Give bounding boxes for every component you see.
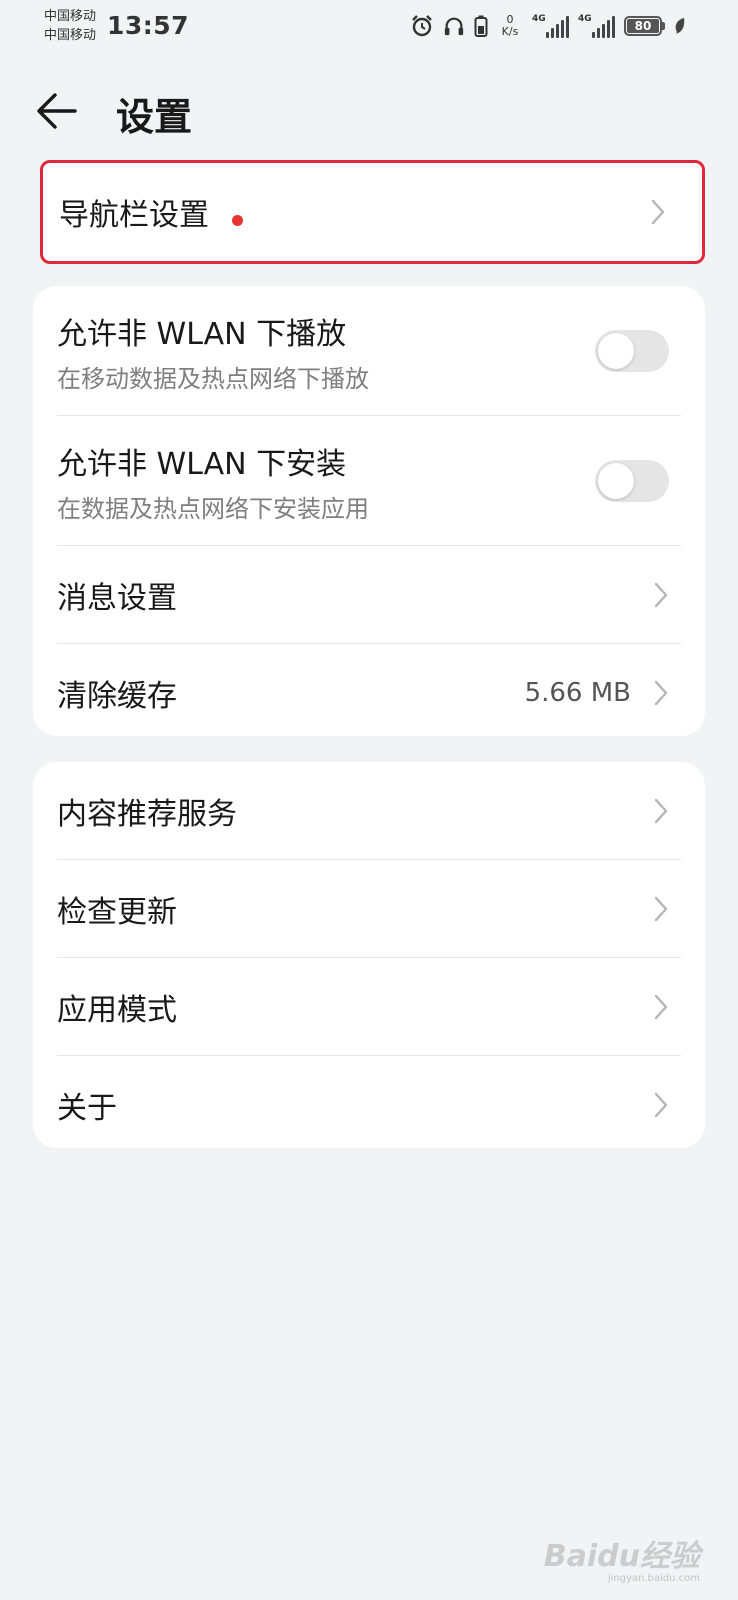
leaf-icon	[674, 17, 686, 35]
message-settings-label: 消息设置	[57, 581, 177, 616]
check-update-label: 检查更新	[57, 895, 177, 930]
allow-non-wlan-install-toggle[interactable]	[595, 460, 669, 502]
red-dot-badge	[232, 215, 244, 226]
headphones-icon	[443, 15, 465, 37]
baidu-watermark: Baidu经验 jingyan.baidu.com	[544, 1531, 700, 1584]
allow-non-wlan-install-label: 允许非 WLAN 下安装	[57, 446, 347, 482]
net-speed-unit: K/s	[501, 25, 519, 38]
allow-non-wlan-play-toggle[interactable]	[595, 330, 669, 372]
navigation-bar-settings-label: 导航栏设置	[59, 198, 209, 233]
navigation-bar-settings-row[interactable]: 导航栏设置	[43, 163, 702, 261]
back-button[interactable]	[30, 84, 84, 138]
carrier-2: 中国移动	[44, 28, 97, 43]
watermark-logo: Baidu经验	[543, 1539, 700, 1574]
chevron-right-icon	[654, 798, 668, 824]
chevron-right-icon	[654, 680, 668, 706]
chevron-right-icon	[654, 896, 668, 922]
signal-icon: 4G	[532, 14, 569, 38]
chevron-right-icon	[654, 994, 668, 1020]
allow-non-wlan-install-description: 在数据及热点网络下安装应用	[57, 494, 369, 523]
content-recommendation-label: 内容推荐服务	[57, 797, 237, 832]
battery-saver-icon	[474, 15, 488, 37]
navigation-bar-settings-card: 导航栏设置	[40, 160, 705, 264]
header: 设置	[0, 70, 738, 150]
status-icons: 0 K/s 4G 4G 80	[410, 12, 686, 40]
chevron-right-icon	[654, 582, 668, 608]
allow-non-wlan-play-row: 允许非 WLAN 下播放 在移动数据及热点网络下播放	[33, 286, 705, 416]
battery-icon: 80	[624, 16, 665, 36]
signal-1-tag: 4G	[532, 14, 546, 24]
battery-level: 80	[627, 19, 659, 33]
chevron-right-icon	[654, 1092, 668, 1118]
content-recommendation-row[interactable]: 内容推荐服务	[33, 762, 705, 860]
cache-size-value: 5.66 MB	[524, 678, 631, 708]
carrier-1: 中国移动	[44, 9, 97, 24]
allow-non-wlan-play-description: 在移动数据及热点网络下播放	[57, 364, 369, 393]
net-speed: 0 K/s	[497, 14, 523, 38]
alarm-icon	[410, 14, 434, 38]
allow-non-wlan-install-row: 允许非 WLAN 下安装 在数据及热点网络下安装应用	[33, 416, 705, 546]
app-mode-label: 应用模式	[57, 993, 177, 1028]
clear-cache-label: 清除缓存	[57, 679, 177, 714]
check-update-row[interactable]: 检查更新	[33, 860, 705, 958]
allow-non-wlan-play-label: 允许非 WLAN 下播放	[57, 316, 347, 352]
chevron-right-icon	[651, 199, 665, 225]
carrier-labels: 中国移动 中国移动	[44, 7, 96, 45]
about-label: 关于	[57, 1091, 117, 1126]
signal-icon: 4G	[578, 14, 615, 38]
settings-group-2: 内容推荐服务 检查更新 应用模式 关于	[33, 762, 705, 1148]
signal-2-tag: 4G	[578, 14, 592, 24]
page-title: 设置	[116, 95, 193, 139]
status-time: 13:57	[107, 11, 190, 40]
arrow-left-icon	[37, 93, 77, 129]
clear-cache-row[interactable]: 清除缓存 5.66 MB	[33, 644, 705, 742]
app-mode-row[interactable]: 应用模式	[33, 958, 705, 1056]
message-settings-row[interactable]: 消息设置	[33, 546, 705, 644]
status-bar: 中国移动 中国移动 13:57 0 K/s 4G 4G 80	[0, 0, 738, 52]
about-row[interactable]: 关于	[33, 1056, 705, 1154]
settings-group-1: 允许非 WLAN 下播放 在移动数据及热点网络下播放 允许非 WLAN 下安装 …	[33, 286, 705, 736]
